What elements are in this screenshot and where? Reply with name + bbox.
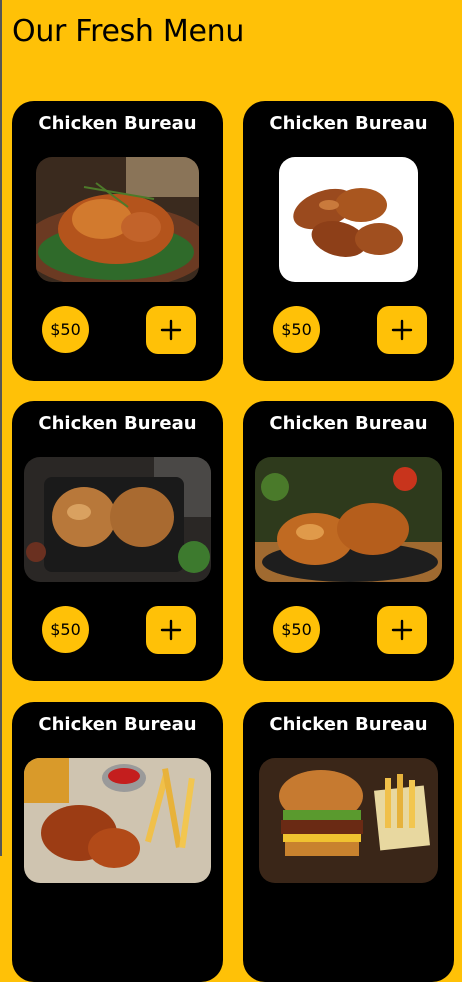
roast-quail-image xyxy=(255,457,442,582)
menu-item-name: Chicken Bureau xyxy=(269,714,428,735)
menu-card[interactable]: Chicken Bureau $50 xyxy=(12,401,223,681)
plus-icon xyxy=(391,319,413,341)
menu-item-name: Chicken Bureau xyxy=(269,113,428,134)
add-to-cart-button[interactable] xyxy=(146,306,196,354)
add-to-cart-button[interactable] xyxy=(146,606,196,654)
grilled-chicken-image xyxy=(24,457,211,582)
drumsticks-image xyxy=(279,157,418,282)
add-to-cart-button[interactable] xyxy=(377,606,427,654)
price-badge: $50 xyxy=(273,606,320,653)
plus-icon xyxy=(160,319,182,341)
wings-and-fries-image xyxy=(24,758,211,883)
plus-icon xyxy=(391,619,413,641)
price-badge: $50 xyxy=(273,306,320,353)
price-badge: $50 xyxy=(42,606,89,653)
menu-grid: Chicken Bureau $50 Chicken Bureau $50 Ch… xyxy=(0,0,462,982)
menu-card[interactable]: Chicken Bureau xyxy=(243,702,454,982)
menu-item-name: Chicken Bureau xyxy=(38,413,197,434)
menu-card[interactable]: Chicken Bureau $50 xyxy=(243,101,454,381)
plus-icon xyxy=(160,619,182,641)
add-to-cart-button[interactable] xyxy=(377,306,427,354)
menu-item-name: Chicken Bureau xyxy=(269,413,428,434)
menu-card[interactable]: Chicken Bureau $50 xyxy=(12,101,223,381)
menu-card[interactable]: Chicken Bureau xyxy=(12,702,223,982)
menu-card[interactable]: Chicken Bureau $50 xyxy=(243,401,454,681)
roast-chicken-image xyxy=(36,157,199,282)
burger-and-fries-image xyxy=(259,758,438,883)
price-badge: $50 xyxy=(42,306,89,353)
menu-item-name: Chicken Bureau xyxy=(38,113,197,134)
menu-item-name: Chicken Bureau xyxy=(38,714,197,735)
